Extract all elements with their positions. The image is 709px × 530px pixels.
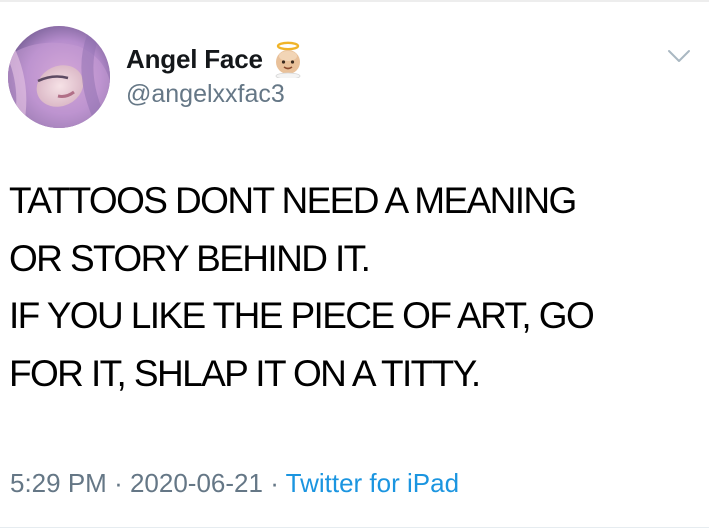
chevron-down-icon[interactable] <box>667 48 691 64</box>
meta-separator: · <box>270 468 279 498</box>
author-name-row: Angel Face <box>126 40 305 78</box>
tweet-metadata: 5:29 PM · 2020-06-21 · Twitter for iPad <box>10 468 459 499</box>
tweet-line: IF YOU LIKE THE PIECE OF ART, GO <box>9 295 595 336</box>
tweet-line: TATTOOS DONT NEED A MEANING <box>9 180 577 221</box>
author-display-name[interactable]: Angel Face <box>126 44 263 75</box>
tweet-source-link[interactable]: Twitter for iPad <box>286 468 459 498</box>
tweet-line: OR STORY BEHIND IT. <box>9 237 371 279</box>
bottom-divider <box>0 527 709 528</box>
author-handle[interactable]: @angelxxfac3 <box>126 80 285 109</box>
tweet-line: FOR IT, SHLAP IT ON A TITTY. <box>9 352 481 394</box>
tweet-text: TATTOOS DONT NEED A MEANING OR STORY BEH… <box>9 172 699 402</box>
top-divider <box>0 0 709 2</box>
avatar[interactable] <box>8 26 110 128</box>
avatar-image <box>8 26 110 128</box>
tweet-time[interactable]: 5:29 PM <box>10 468 107 498</box>
tweet-date[interactable]: 2020-06-21 <box>130 468 263 498</box>
meta-separator: · <box>114 468 123 498</box>
baby-angel-icon <box>275 41 301 78</box>
